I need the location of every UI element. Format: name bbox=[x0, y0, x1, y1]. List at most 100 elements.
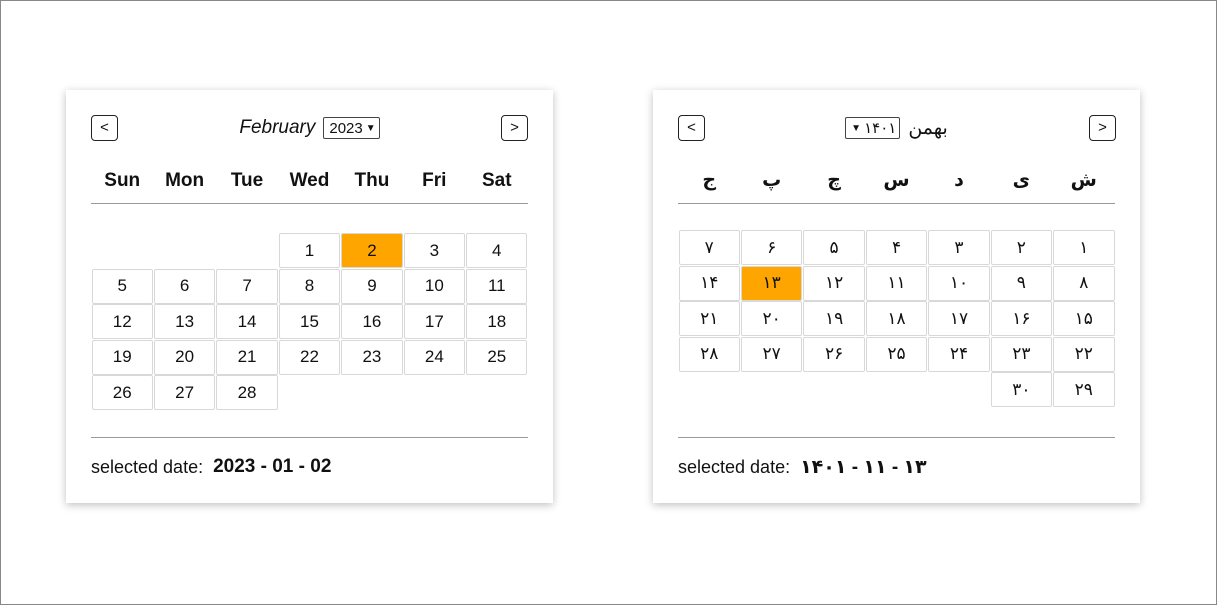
day-cell[interactable]: ۲۳ bbox=[990, 336, 1053, 372]
day-cell[interactable]: 19 bbox=[91, 339, 153, 375]
weekday-label: س bbox=[883, 170, 910, 191]
weekday-label: ی bbox=[1012, 170, 1031, 191]
day-cell[interactable]: ۲۲ bbox=[1053, 336, 1115, 372]
day-cell[interactable]: ۳ bbox=[928, 230, 990, 265]
selected-date-label: selected date: bbox=[91, 456, 204, 477]
year-value: ۱۴۰۱ bbox=[864, 120, 897, 137]
weekday-label: Tue bbox=[230, 170, 264, 191]
calendar-header: ▼ ۱۴۰۱ بهمن bbox=[653, 115, 1140, 141]
day-cell[interactable]: 6 bbox=[153, 268, 216, 304]
empty-cell bbox=[91, 233, 153, 269]
divider bbox=[678, 437, 1115, 438]
day-cell[interactable]: ۱۴ bbox=[678, 265, 740, 301]
day-cell[interactable]: 24 bbox=[403, 339, 466, 375]
day-cell[interactable]: 9 bbox=[341, 268, 403, 304]
weekday-header: ش ی د س چ پ ج bbox=[678, 168, 1115, 204]
day-cell[interactable]: 21 bbox=[216, 339, 278, 375]
day-cell[interactable]: ۳۰ bbox=[990, 372, 1053, 407]
weekday-label: ج bbox=[702, 170, 717, 191]
weekday-label: د bbox=[954, 170, 964, 191]
day-cell[interactable]: 14 bbox=[216, 304, 278, 339]
day-cell[interactable]: 1 bbox=[278, 233, 341, 268]
gregorian-calendar: < February 2023 ▼ > Sun Mon Tue Wed Thu … bbox=[66, 90, 553, 503]
day-cell[interactable]: 13 bbox=[153, 304, 216, 339]
day-cell[interactable]: 25 bbox=[466, 339, 528, 375]
day-cell[interactable]: 20 bbox=[153, 339, 216, 375]
chevron-down-icon: ▼ bbox=[851, 122, 862, 134]
day-cell[interactable]: ۱۵ bbox=[1053, 301, 1115, 336]
day-cell[interactable]: ۹ bbox=[990, 265, 1053, 301]
year-select[interactable]: ▼ ۱۴۰۱ bbox=[845, 117, 901, 139]
weekday-label: پ bbox=[762, 170, 782, 191]
next-month-button[interactable]: > bbox=[501, 115, 528, 141]
day-cell-selected[interactable]: 2 bbox=[341, 233, 403, 268]
day-cell[interactable]: 15 bbox=[278, 304, 341, 339]
weekday-label: Fri bbox=[422, 170, 447, 191]
day-cell[interactable]: 26 bbox=[91, 375, 153, 410]
day-cell[interactable]: ۲۶ bbox=[803, 336, 865, 372]
day-cell[interactable]: 3 bbox=[403, 233, 466, 268]
day-cell[interactable]: 16 bbox=[341, 304, 403, 339]
day-cell[interactable]: ۲۵ bbox=[865, 336, 928, 372]
day-cell[interactable]: ۶ bbox=[740, 230, 803, 265]
year-select[interactable]: 2023 ▼ bbox=[323, 117, 380, 139]
divider bbox=[91, 437, 528, 438]
weekday-label: Thu bbox=[354, 170, 390, 191]
next-month-button[interactable]: > bbox=[1089, 115, 1116, 141]
day-cell[interactable]: ۸ bbox=[1053, 265, 1115, 301]
weekday-label: چ bbox=[827, 170, 841, 191]
day-cell[interactable]: ۲۴ bbox=[928, 336, 990, 372]
month-label: February bbox=[239, 117, 316, 138]
day-cell[interactable]: 8 bbox=[278, 268, 341, 304]
day-cell[interactable]: ۲۹ bbox=[1053, 372, 1115, 407]
day-cell[interactable]: ۱۲ bbox=[803, 265, 865, 301]
selected-date-row: selected date: 2023 - 01 - 02 bbox=[91, 454, 331, 480]
day-cell[interactable]: ۲۱ bbox=[678, 301, 740, 336]
day-cell[interactable]: 18 bbox=[466, 304, 528, 339]
day-cell[interactable]: 4 bbox=[466, 233, 528, 268]
weekday-header: Sun Mon Tue Wed Thu Fri Sat bbox=[91, 168, 528, 204]
weekday-label: ش bbox=[1070, 170, 1097, 191]
weekday-label: Wed bbox=[289, 170, 330, 191]
day-cell[interactable]: 7 bbox=[216, 268, 278, 304]
day-cell[interactable]: ۲۰ bbox=[740, 301, 803, 336]
day-cell[interactable]: ۵ bbox=[803, 230, 865, 265]
year-value: 2023 bbox=[329, 119, 363, 137]
day-cell[interactable]: ۱۰ bbox=[928, 265, 990, 301]
day-grid: ۱ ۲ ۳ ۴ ۵ ۶ ۷ ۸ ۹ ۱۰ ۱۱ ۱۲ ۱۳ ۱۴ ۱۵ ۱۶ ۱۷ ۱۸ ۱۹ ۲۰ ۲۱ ۲۲ ۲۳ ۲۴ ۲… bbox=[678, 230, 1115, 408]
empty-cell bbox=[153, 233, 215, 269]
day-cell[interactable]: ۱۱ bbox=[865, 265, 928, 301]
day-cell[interactable]: 22 bbox=[278, 339, 341, 375]
day-cell[interactable]: ۱۷ bbox=[928, 301, 990, 336]
day-cell[interactable]: ۲۸ bbox=[678, 336, 740, 372]
day-cell[interactable]: 28 bbox=[216, 375, 278, 410]
day-cell[interactable]: ۱۹ bbox=[803, 301, 865, 336]
selected-date-value: 2023 - 01 - 02 bbox=[213, 456, 332, 477]
day-cell[interactable]: 23 bbox=[341, 339, 403, 375]
calendar-header: February 2023 ▼ bbox=[66, 115, 553, 141]
day-cell[interactable]: ۷ bbox=[678, 230, 740, 265]
selected-date-row: selected date: ۱۴۰۱ - ۱۱ - ۱۳ bbox=[678, 454, 927, 480]
selected-date-label: selected date: bbox=[678, 456, 791, 477]
weekday-label: Sat bbox=[481, 170, 512, 191]
day-cell[interactable]: 10 bbox=[403, 268, 466, 304]
day-cell[interactable]: ۱۶ bbox=[990, 301, 1053, 336]
day-cell[interactable]: 5 bbox=[91, 268, 153, 304]
day-cell[interactable]: ۱۸ bbox=[865, 301, 928, 336]
day-cell[interactable]: ۲ bbox=[990, 230, 1053, 265]
day-cell[interactable]: ۱ bbox=[1053, 230, 1115, 265]
weekday-label: Sun bbox=[104, 170, 141, 191]
persian-calendar: < ▼ ۱۴۰۱ بهمن > ش ی د س چ پ ج ۱۲۳۴۵۶۷۸۹۱… bbox=[653, 90, 1140, 503]
day-cell[interactable]: ۴ bbox=[865, 230, 928, 265]
chevron-down-icon: ▼ bbox=[365, 122, 376, 134]
day-cell[interactable]: 27 bbox=[153, 375, 216, 410]
day-grid: 1 2 3 4 5 6 7 8 9 10 11 12 13 14 15 16 17 18 19 20 21 22 23 24 2… bbox=[91, 233, 528, 411]
day-cell[interactable]: ۲۷ bbox=[740, 336, 803, 372]
selected-date-value: ۱۴۰۱ - ۱۱ - ۱۳ bbox=[800, 456, 927, 478]
weekday-label: Mon bbox=[165, 170, 205, 191]
day-cell[interactable]: 12 bbox=[91, 304, 153, 339]
day-cell[interactable]: 11 bbox=[466, 268, 528, 304]
month-label: بهمن bbox=[908, 117, 948, 139]
day-cell-selected[interactable]: ۱۳ bbox=[740, 265, 803, 301]
day-cell[interactable]: 17 bbox=[403, 304, 466, 339]
